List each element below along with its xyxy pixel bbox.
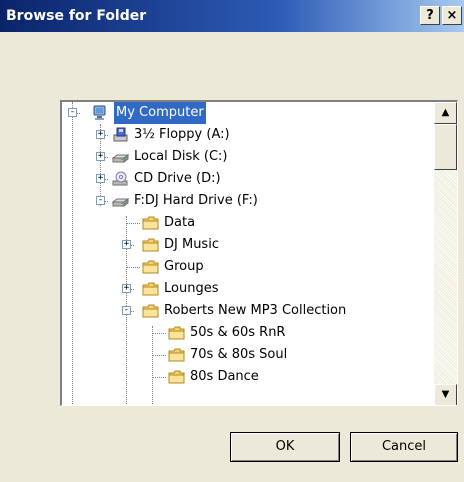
- close-button[interactable]: ×: [442, 6, 462, 25]
- tree-item-label: Lounges: [164, 281, 219, 296]
- tree-item-dj-hard-drive[interactable]: - F:DJ Hard Drive (F:): [62, 190, 434, 212]
- tree-item-label: My Computer: [114, 102, 206, 124]
- window-title: Browse for Folder: [6, 8, 147, 24]
- folder-icon: [168, 348, 185, 362]
- scrollbar-thumb[interactable]: [434, 124, 457, 170]
- tree-item-label: 80s Dance: [190, 369, 259, 384]
- tree-item-data[interactable]: Data: [62, 212, 434, 234]
- tree-item-my-computer[interactable]: - My Computer: [62, 102, 434, 124]
- computer-icon: [93, 105, 106, 120]
- floppy-drive-icon: [113, 127, 128, 142]
- title-bar[interactable]: Browse for Folder ? ×: [0, 0, 464, 32]
- folder-icon: [168, 370, 185, 384]
- expand-icon[interactable]: +: [96, 130, 105, 139]
- folder-icon: [142, 282, 159, 296]
- tree-item-50s-60s-rnr[interactable]: 50s & 60s RnR: [62, 322, 434, 344]
- ok-button[interactable]: OK: [230, 432, 340, 462]
- tree-item-label: CD Drive (D:): [134, 171, 221, 186]
- tree-item-80s-dance[interactable]: 80s Dance: [62, 366, 434, 388]
- tree-item-dj-music[interactable]: + DJ Music: [62, 234, 434, 256]
- folder-tree-view[interactable]: - My Computer + 3½ Floppy (A:) + Local D…: [60, 100, 458, 406]
- expand-icon[interactable]: +: [122, 240, 131, 249]
- collapse-icon[interactable]: -: [96, 196, 105, 205]
- tree-item-label: Roberts New MP3 Collection: [164, 303, 347, 318]
- folder-icon: [168, 326, 185, 340]
- tree-item-floppy[interactable]: + 3½ Floppy (A:): [62, 124, 434, 146]
- folder-icon: [142, 238, 159, 252]
- tree-item-cd-drive[interactable]: + CD Drive (D:): [62, 168, 434, 190]
- tree-item-label: Local Disk (C:): [134, 149, 228, 164]
- tree-item-label: F:DJ Hard Drive (F:): [134, 193, 258, 208]
- tree-content: - My Computer + 3½ Floppy (A:) + Local D…: [62, 102, 434, 405]
- scroll-up-button[interactable]: ▲: [434, 102, 457, 124]
- folder-icon: [142, 304, 159, 318]
- tree-item-label: 3½ Floppy (A:): [134, 127, 230, 142]
- tree-item-label: 50s & 60s RnR: [190, 325, 286, 340]
- expand-icon[interactable]: +: [96, 152, 105, 161]
- cancel-button[interactable]: Cancel: [350, 432, 458, 462]
- folder-icon: [142, 216, 159, 230]
- hard-drive-icon: [112, 198, 129, 207]
- folder-icon: [142, 260, 159, 274]
- tree-item-lounges[interactable]: + Lounges: [62, 278, 434, 300]
- collapse-icon[interactable]: -: [68, 108, 77, 117]
- expand-icon[interactable]: +: [96, 174, 105, 183]
- expand-icon[interactable]: +: [122, 284, 131, 293]
- hard-drive-icon: [112, 154, 129, 163]
- tree-item-label: Group: [164, 259, 204, 274]
- vertical-scrollbar[interactable]: ▲ ▼: [434, 102, 457, 405]
- cd-drive-icon: [112, 171, 128, 186]
- tree-item-local-disk[interactable]: + Local Disk (C:): [62, 146, 434, 168]
- tree-item-group[interactable]: Group: [62, 256, 434, 278]
- tree-item-label: 70s & 80s Soul: [190, 347, 288, 362]
- collapse-icon[interactable]: -: [122, 306, 131, 315]
- tree-item-label: Data: [164, 215, 196, 230]
- help-button[interactable]: ?: [420, 6, 440, 25]
- tree-item-roberts-collection[interactable]: - Roberts New MP3 Collection: [62, 300, 434, 322]
- scroll-down-button[interactable]: ▼: [434, 384, 457, 405]
- tree-item-70s-80s-soul[interactable]: 70s & 80s Soul: [62, 344, 434, 366]
- tree-item-label: DJ Music: [164, 237, 219, 252]
